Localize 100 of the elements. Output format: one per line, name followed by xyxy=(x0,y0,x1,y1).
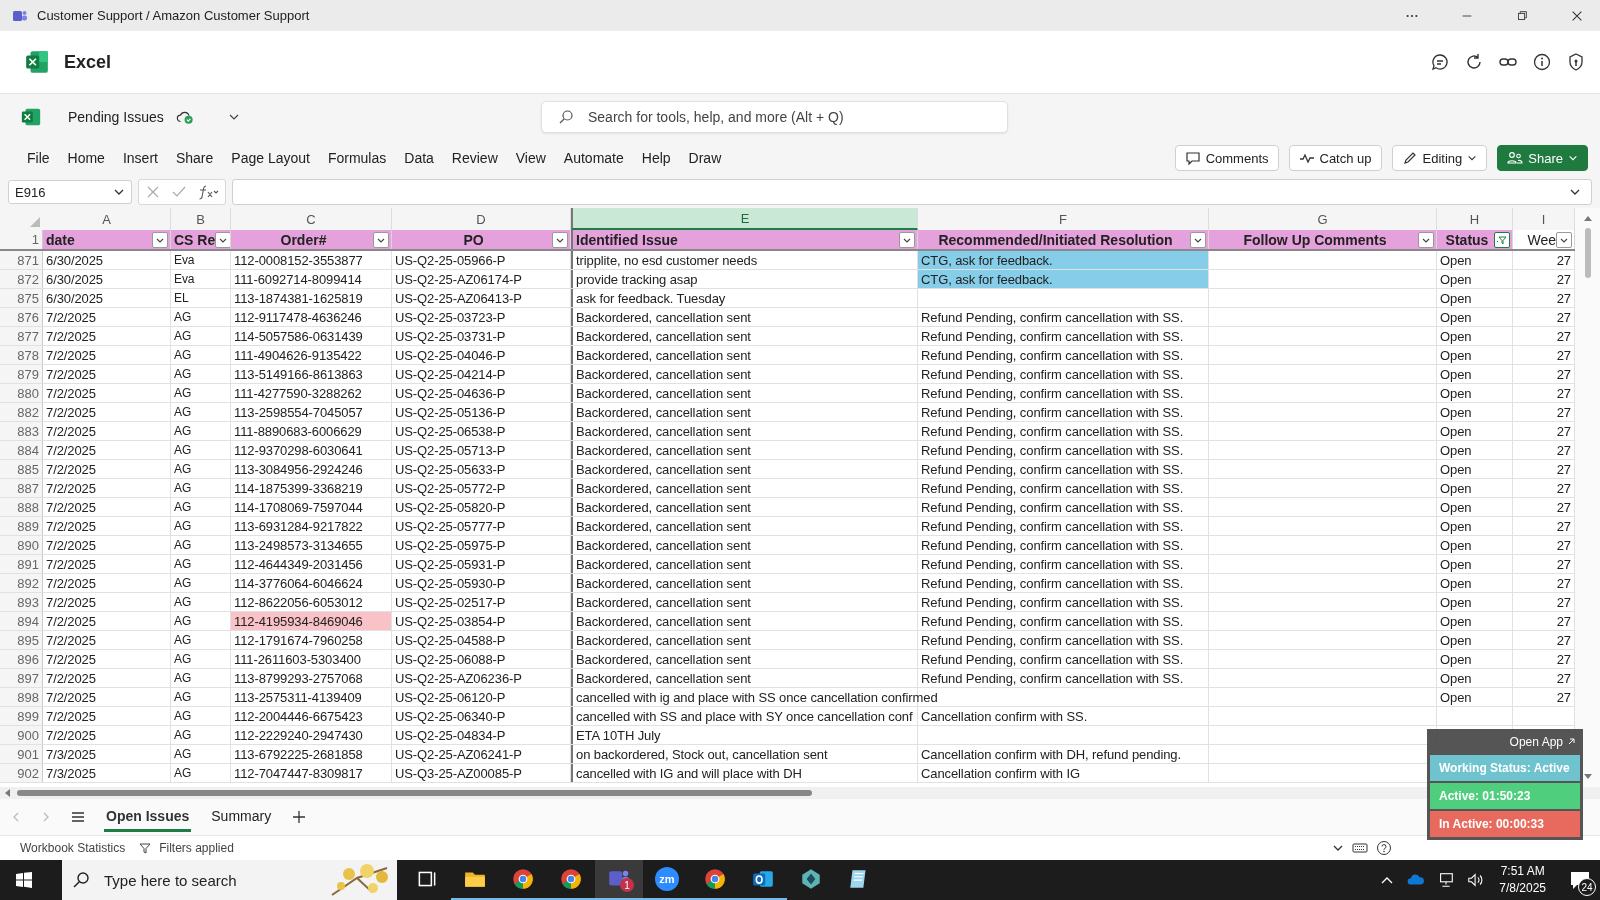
editing-button[interactable]: Editing xyxy=(1391,145,1488,171)
row-number: 892 xyxy=(0,574,43,592)
table-cell: 7/2/2025 xyxy=(46,461,96,477)
table-cell: 27 xyxy=(1556,480,1571,496)
filter-active-button[interactable] xyxy=(1494,231,1510,248)
menu-tab[interactable]: Formulas xyxy=(320,146,394,170)
filter-button[interactable] xyxy=(373,231,389,248)
sheet-tab[interactable]: Summary xyxy=(209,802,274,833)
open-app-link[interactable]: Open App xyxy=(1509,735,1563,749)
table-cell: 27 xyxy=(1556,290,1571,306)
taskbar-search-bar[interactable]: Type here to search xyxy=(62,860,397,900)
table-cell: Refund Pending, confirm cancellation with SS. xyxy=(921,594,1184,610)
table-cell: 113-6792225-2681858 xyxy=(234,746,363,762)
menu-tab[interactable]: Draw xyxy=(681,146,729,170)
menu-tab[interactable]: Review xyxy=(444,146,505,170)
help-icon[interactable] xyxy=(1376,840,1392,857)
table-cell: 113-2498573-3134655 xyxy=(234,537,363,553)
menu-tab[interactable]: Share xyxy=(168,146,221,170)
scrollbar-thumb[interactable] xyxy=(17,790,812,797)
table-cell: AG xyxy=(174,329,192,343)
spreadsheet-file-icon xyxy=(20,106,42,128)
menu-tab[interactable]: Help xyxy=(634,146,678,170)
filter-button[interactable] xyxy=(152,231,168,248)
table-cell: Backordered, cancellation sent xyxy=(576,670,751,686)
taskbar-clock[interactable]: 7:51 AM 7/8/2025 xyxy=(1499,863,1546,897)
working-status-bar: Working Status: Active xyxy=(1430,755,1580,781)
filter-button[interactable] xyxy=(215,231,230,248)
column-header[interactable]: E xyxy=(571,208,918,230)
external-link-icon xyxy=(1566,737,1576,747)
table-cell: Refund Pending, confirm cancellation with SS. xyxy=(921,537,1184,553)
maximize-icon[interactable] xyxy=(1515,8,1529,23)
row-number: 878 xyxy=(0,346,43,364)
info-icon[interactable] xyxy=(1532,52,1552,72)
filter-button[interactable] xyxy=(1418,231,1434,248)
table-cell: 111-2611603-5303400 xyxy=(234,651,361,667)
workbook-statistics-link[interactable]: Workbook Statistics xyxy=(20,841,126,856)
filter-button[interactable] xyxy=(1556,231,1572,248)
table-cell: AG xyxy=(174,348,192,362)
menu-tab[interactable]: File xyxy=(20,146,57,170)
filter-button[interactable] xyxy=(1190,231,1206,248)
table-cell: 113-6931284-9217822 xyxy=(234,518,363,534)
share-button[interactable]: Share xyxy=(1497,145,1588,171)
table-cell: 7/2/2025 xyxy=(46,366,96,382)
menu-tab[interactable]: Data xyxy=(397,146,441,170)
network-icon[interactable] xyxy=(1437,871,1456,889)
start-icon[interactable] xyxy=(14,870,34,890)
sheet-tab[interactable]: Open Issues xyxy=(104,802,192,833)
table-cell: 113-5149166-8613863 xyxy=(234,366,363,382)
table-cell: 27 xyxy=(1556,613,1571,629)
table-cell: US-Q2-25-02517-P xyxy=(395,594,506,610)
row-number: 883 xyxy=(0,422,43,440)
scrollbar-thumb[interactable] xyxy=(1584,228,1591,278)
filter-button[interactable] xyxy=(552,231,568,248)
table-cell: 111-4277590-3288262 xyxy=(234,385,362,401)
search-field[interactable]: Search for tools, help, and more (Alt + Q) xyxy=(586,108,1007,126)
table-cell: 27 xyxy=(1556,689,1571,705)
search-bar[interactable]: Search for tools, help, and more (Alt + Q) xyxy=(541,101,1008,133)
table-cell: 27 xyxy=(1556,385,1571,401)
menu-tab[interactable]: Automate xyxy=(556,146,631,170)
table-cell: AG xyxy=(174,690,192,704)
table-cell: US-Q2-25-05931-P xyxy=(395,556,506,572)
menu-tab[interactable]: Home xyxy=(60,146,112,170)
formula-field[interactable] xyxy=(232,179,1592,205)
table-cell: US-Q2-25-05975-P xyxy=(395,537,506,553)
table-cell: Open xyxy=(1440,480,1472,496)
table-cell: US-Q2-25-05777-P xyxy=(395,518,506,534)
add-sheet-icon[interactable] xyxy=(291,809,308,826)
browser-icon xyxy=(511,867,535,891)
table-cell: Refund Pending, confirm cancellation with SS. xyxy=(921,328,1184,344)
file-name[interactable]: Pending Issues xyxy=(68,109,164,125)
teams-taskbar-button[interactable]: 1 xyxy=(595,860,643,900)
scroll-up-icon[interactable] xyxy=(1582,214,1593,224)
catchup-button[interactable]: Catch up xyxy=(1288,145,1382,171)
table-cell: Backordered, cancellation sent xyxy=(576,575,751,591)
chat-icon[interactable] xyxy=(1430,52,1450,72)
table-cell: AG xyxy=(174,310,192,324)
refresh-icon[interactable] xyxy=(1464,52,1484,72)
notification-center-button[interactable]: 24 xyxy=(1560,860,1600,900)
menu-tab[interactable]: View xyxy=(508,146,553,170)
scroll-left-icon[interactable] xyxy=(3,788,13,799)
table-cell: Refund Pending, confirm cancellation with SS. xyxy=(921,366,1184,382)
table-cell: 112-9370298-6030641 xyxy=(234,442,363,458)
table-cell: 27 xyxy=(1556,271,1571,287)
table-cell: Open xyxy=(1440,537,1472,553)
menu-tab[interactable]: Insert xyxy=(115,146,165,170)
filter-button[interactable] xyxy=(899,231,915,248)
table-cell: Backordered, cancellation sent xyxy=(576,461,751,477)
table-cell: Backordered, cancellation sent xyxy=(576,328,751,344)
table-cell: Refund Pending, confirm cancellation with SS. xyxy=(921,347,1184,363)
taskbar-search-field[interactable]: Type here to search xyxy=(102,870,315,890)
menu-tab[interactable]: Page Layout xyxy=(224,146,317,170)
table-cell: 7/3/2025 xyxy=(46,746,96,762)
shield-icon[interactable] xyxy=(1566,52,1586,72)
row-number: 899 xyxy=(0,707,43,725)
comments-button[interactable]: Comments xyxy=(1174,145,1279,171)
table-cell: Refund Pending, confirm cancellation with SS. xyxy=(921,423,1184,439)
browser-icon xyxy=(559,867,583,891)
row-number: 877 xyxy=(0,327,43,345)
name-box[interactable]: E916 xyxy=(8,180,132,204)
table-cell: 7/2/2025 xyxy=(46,651,96,667)
